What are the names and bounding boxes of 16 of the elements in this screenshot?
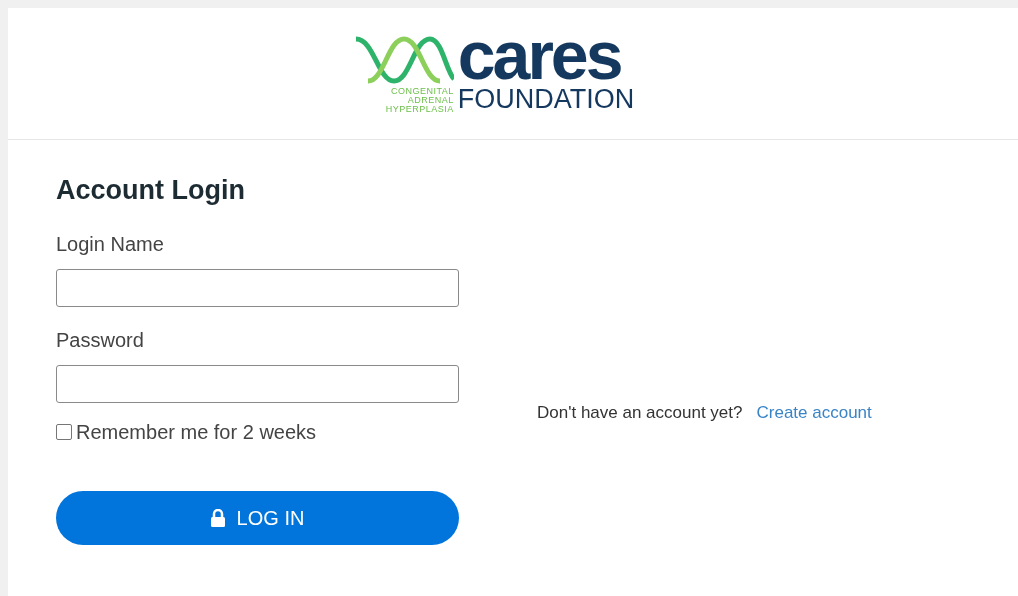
field-label: Password [56, 327, 145, 353]
logo-tagline: ADRENAL [407, 96, 454, 105]
logo-wordmark: cares [457, 26, 621, 84]
field-label: Login Name [56, 231, 165, 257]
remember-label: Remember me for 2 weeks [76, 419, 317, 445]
login-button[interactable]: LOG IN [56, 490, 459, 545]
login-title: Account Login [56, 174, 246, 207]
logo-tagline: CONGENITAL [390, 87, 454, 96]
signup-prompt: Don't have an account yet? [537, 402, 743, 424]
remember-checkbox[interactable] [56, 423, 72, 440]
lock-icon [210, 508, 225, 527]
logo-subtitle: FOUNDATION [457, 84, 635, 114]
logo-tagline: HYPERPLASIA [385, 105, 454, 114]
input-field[interactable] [56, 364, 459, 403]
create-account-link[interactable]: Create account [756, 400, 872, 426]
input-field[interactable] [56, 268, 459, 307]
